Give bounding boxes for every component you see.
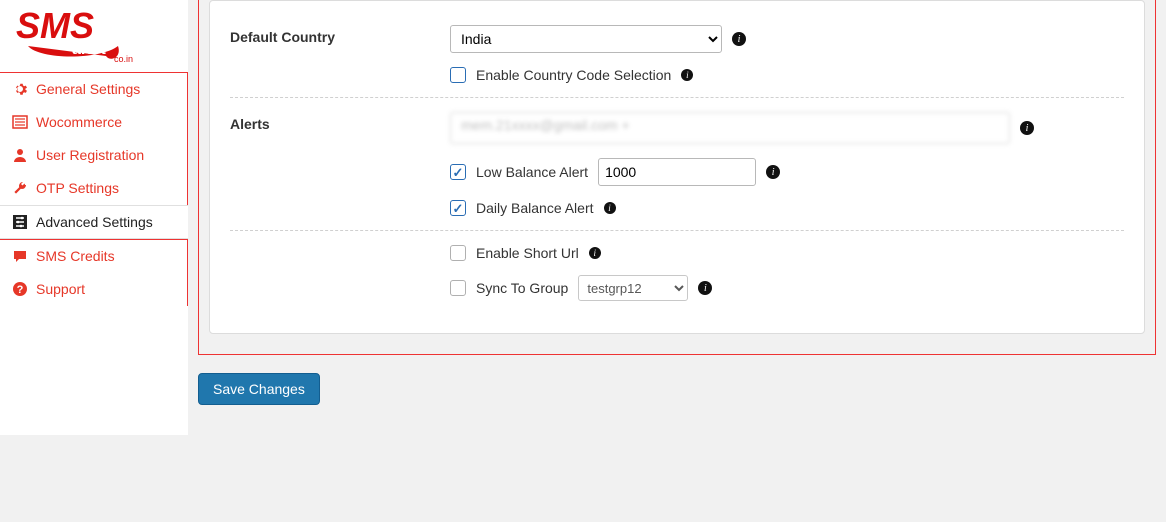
low-balance-label: Low Balance Alert bbox=[476, 164, 588, 180]
sidebar-item-label: SMS Credits bbox=[36, 248, 115, 264]
sidebar-item-advanced-settings[interactable]: Advanced Settings bbox=[0, 205, 188, 239]
sidebar-item-otp-settings[interactable]: OTP Settings bbox=[0, 172, 187, 205]
sidebar-item-label: Wocommerce bbox=[36, 114, 122, 130]
svg-text:?: ? bbox=[17, 284, 24, 296]
gear-icon bbox=[12, 81, 28, 97]
sync-group-label: Sync To Group bbox=[476, 280, 568, 296]
svg-text:alert: alert bbox=[72, 41, 106, 58]
logo: SMS alert co.in bbox=[0, 0, 188, 72]
smsalert-logo-icon: SMS alert co.in bbox=[10, 0, 150, 66]
alerts-label: Alerts bbox=[230, 112, 450, 216]
info-icon[interactable]: i bbox=[766, 165, 780, 179]
sidebar: SMS alert co.in General Settings Wocomme… bbox=[0, 0, 188, 435]
sidebar-item-label: OTP Settings bbox=[36, 180, 119, 196]
svg-text:SMS: SMS bbox=[16, 5, 94, 46]
save-changes-button[interactable]: Save Changes bbox=[198, 373, 320, 405]
low-balance-input[interactable] bbox=[598, 158, 756, 186]
list-icon bbox=[12, 114, 28, 130]
sidebar-item-label: Advanced Settings bbox=[36, 214, 153, 230]
help-icon: ? bbox=[12, 281, 28, 297]
sidebar-item-general-settings[interactable]: General Settings bbox=[0, 73, 187, 106]
info-icon[interactable]: i bbox=[681, 69, 693, 81]
sliders-icon bbox=[12, 214, 28, 230]
sidebar-item-label: Support bbox=[36, 281, 85, 297]
daily-balance-label: Daily Balance Alert bbox=[476, 200, 594, 216]
sync-group-checkbox[interactable] bbox=[450, 280, 466, 296]
info-icon[interactable]: i bbox=[732, 32, 746, 46]
low-balance-checkbox[interactable] bbox=[450, 164, 466, 180]
misc-row: Enable Short Url i Sync To Group testgrp… bbox=[230, 231, 1124, 315]
daily-balance-checkbox[interactable] bbox=[450, 200, 466, 216]
enable-short-url-label: Enable Short Url bbox=[476, 245, 579, 261]
svg-text:co.in: co.in bbox=[114, 54, 133, 64]
user-icon bbox=[12, 147, 28, 163]
alerts-row: Alerts mem.21xxxx@gmail.com + i Low Bala… bbox=[230, 98, 1124, 231]
enable-country-code-checkbox[interactable] bbox=[450, 67, 466, 83]
info-icon[interactable]: i bbox=[589, 247, 601, 259]
info-icon[interactable]: i bbox=[604, 202, 616, 214]
sidebar-item-user-registration[interactable]: User Registration bbox=[0, 139, 187, 172]
info-icon[interactable]: i bbox=[1020, 121, 1034, 135]
default-country-select[interactable]: India bbox=[450, 25, 722, 53]
alerts-email-input[interactable]: mem.21xxxx@gmail.com + bbox=[450, 112, 1010, 144]
info-icon[interactable]: i bbox=[698, 281, 712, 295]
sync-group-select[interactable]: testgrp12 bbox=[578, 275, 688, 301]
default-country-label: Default Country bbox=[230, 25, 450, 83]
chat-icon bbox=[12, 248, 28, 264]
enable-country-code-label: Enable Country Code Selection bbox=[476, 67, 671, 83]
main-content: Default Country India i Enable Country C… bbox=[188, 0, 1166, 435]
sidebar-item-sms-credits[interactable]: SMS Credits bbox=[0, 240, 187, 273]
default-country-row: Default Country India i Enable Country C… bbox=[230, 11, 1124, 98]
wrench-icon bbox=[12, 180, 28, 196]
sidebar-item-label: User Registration bbox=[36, 147, 144, 163]
sidebar-item-support[interactable]: ? Support bbox=[0, 273, 187, 306]
sidebar-item-label: General Settings bbox=[36, 81, 140, 97]
sidebar-item-woocommerce[interactable]: Wocommerce bbox=[0, 106, 187, 139]
enable-short-url-checkbox[interactable] bbox=[450, 245, 466, 261]
